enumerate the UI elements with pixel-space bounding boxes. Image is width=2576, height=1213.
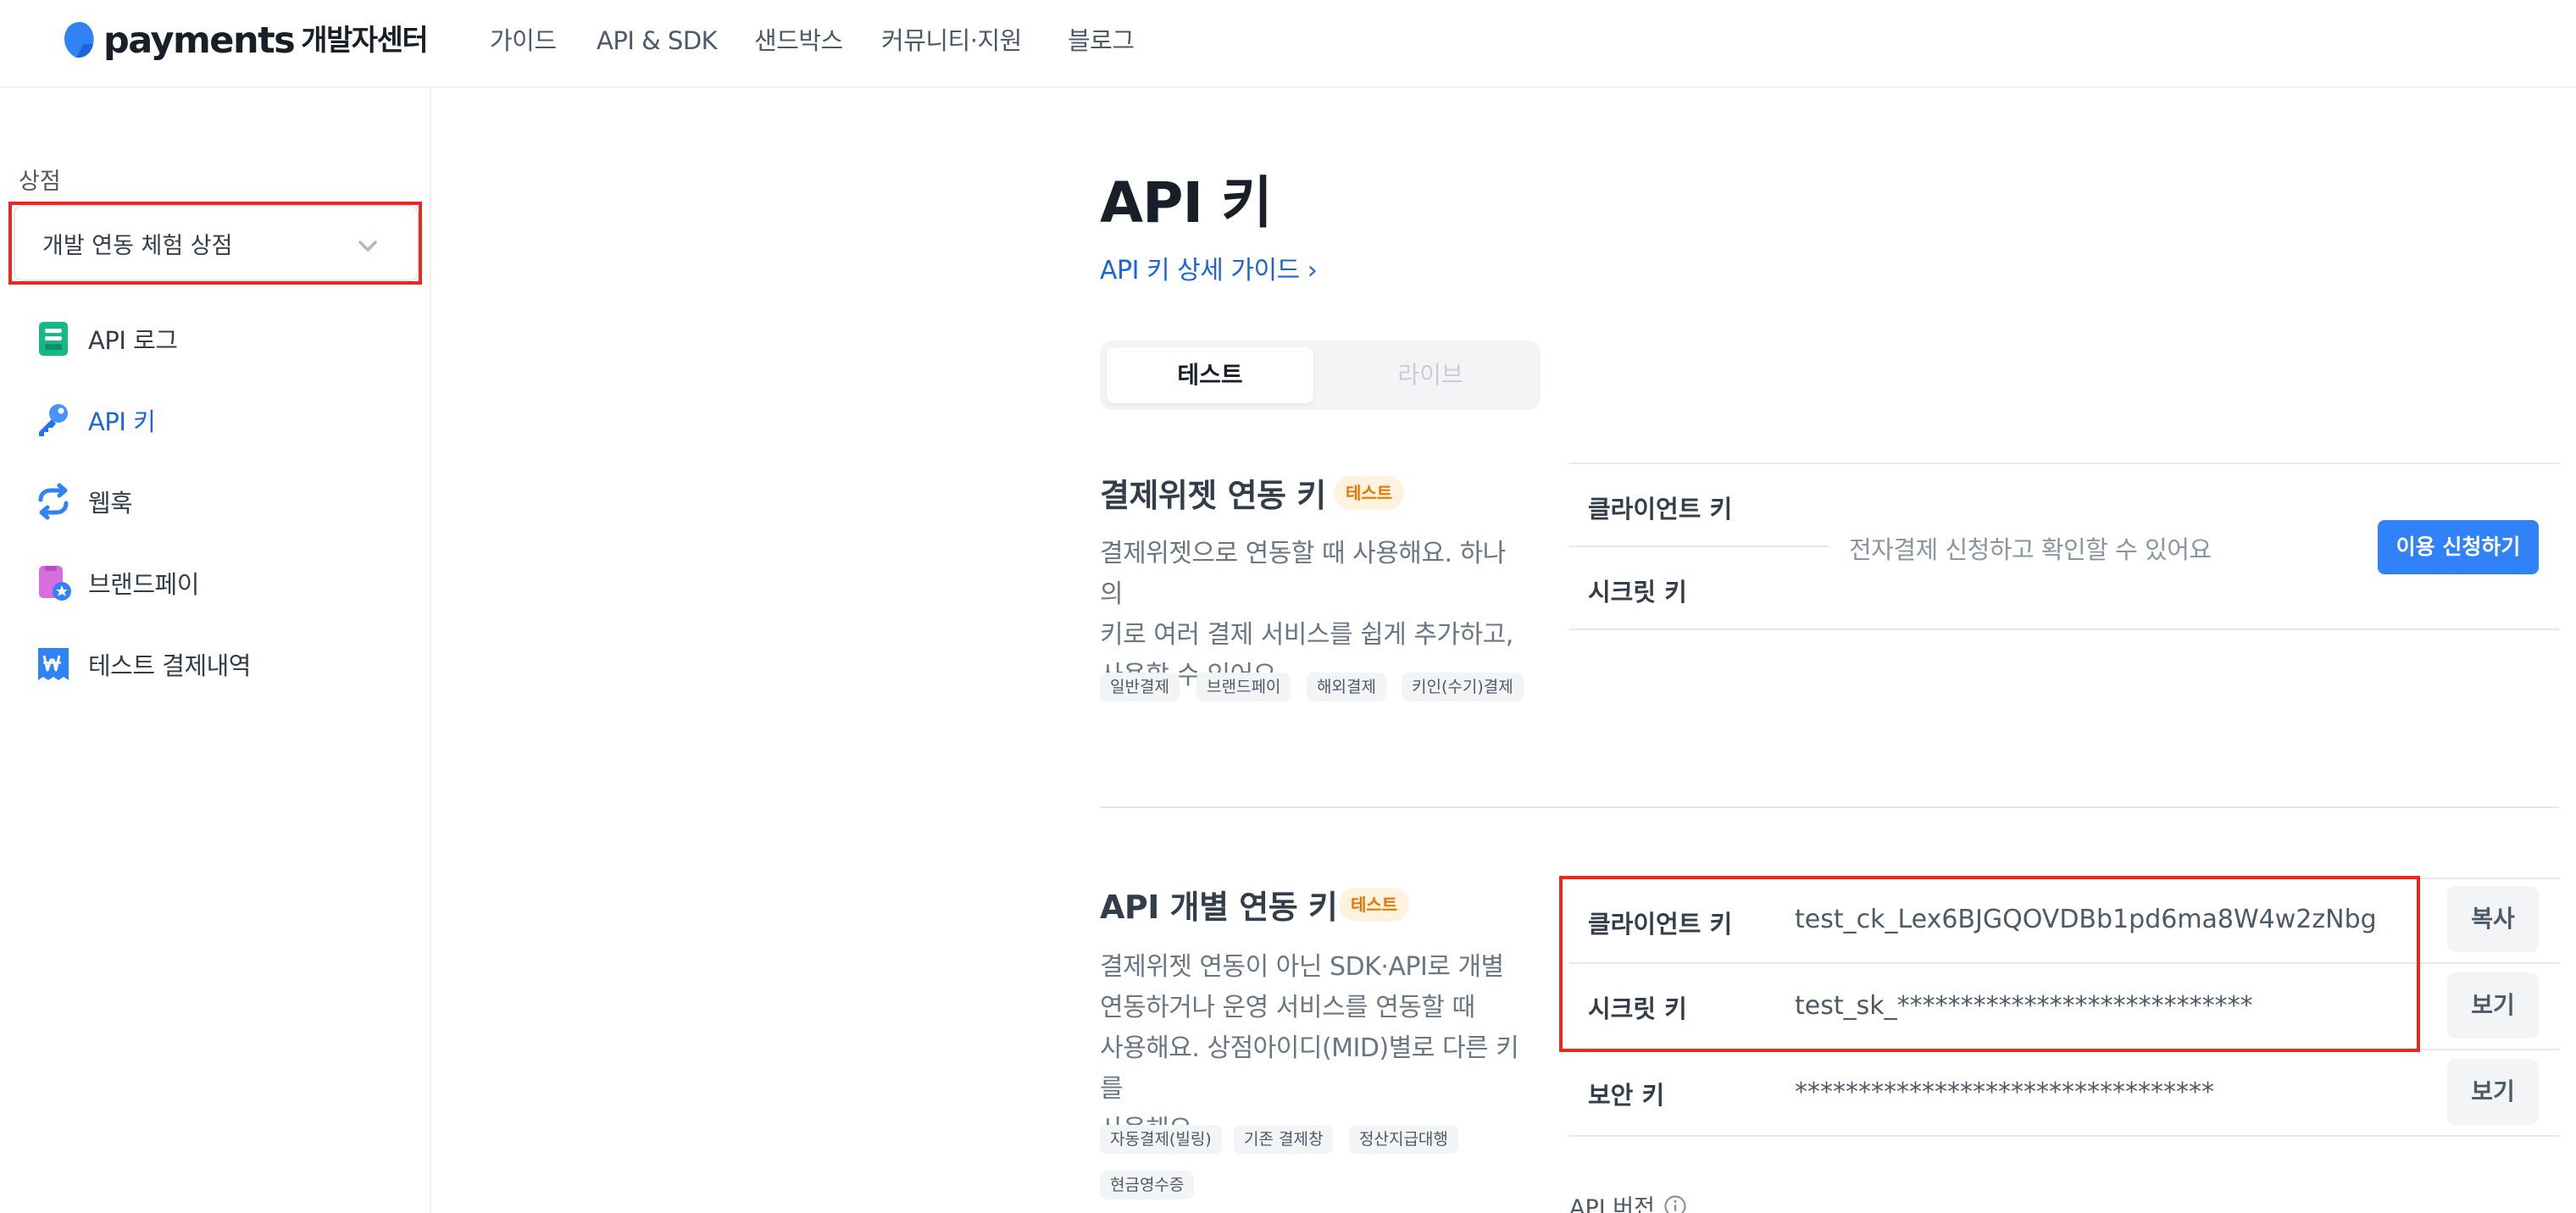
secret-key-label: 시크릿 키 <box>1588 578 1687 606</box>
tag-auto-billing: 자동결제(빌링) <box>1100 1125 1222 1154</box>
tag-overseas-payment: 해외결제 <box>1307 673 1386 701</box>
api-key-guide-link[interactable]: API 키 상세 가이드 › <box>1100 249 1318 286</box>
page-title: API 키 <box>1100 170 1273 235</box>
topnav-api-sdk[interactable]: API & SDK <box>597 22 718 59</box>
top-navigation-bar: payments 개발자센터 가이드 API & SDK 샌드박스 커뮤니티·지… <box>0 0 2576 88</box>
brandpay-card-icon <box>39 566 71 601</box>
secret-key-value: test_sk_**************************** <box>1795 991 2253 1021</box>
security-key-label: 보안 키 <box>1588 1081 1665 1110</box>
sidebar-item-api-log[interactable]: API 로그 <box>34 315 178 363</box>
tag-cash-receipt: 현금영수증 <box>1100 1171 1195 1199</box>
brand-subtitle: 개발자센터 <box>301 24 428 58</box>
sidebar-item-label: 브랜드페이 <box>88 570 199 599</box>
tab-live[interactable]: 라이브 <box>1327 347 1534 403</box>
section-description: 결제위젯 연동이 아닌 SDK·API로 개별 연동하거나 운영 서비스를 연동… <box>1100 952 1519 1144</box>
sidebar-item-api-key[interactable]: API 키 <box>34 396 156 444</box>
mode-toggle: 테스트 라이브 <box>1100 341 1541 410</box>
sidebar-divider <box>430 88 431 1213</box>
sidebar-item-label: 테스트 결제내역 <box>88 651 251 680</box>
tag-brandpay: 브랜드페이 <box>1196 673 1291 701</box>
chevron-down-icon <box>358 241 377 252</box>
topnav-blog[interactable]: 블로그 <box>1068 22 1135 59</box>
sidebar-item-brandpay[interactable]: 브랜드페이 <box>34 559 199 606</box>
tag-general-payment: 일반결제 <box>1100 673 1180 701</box>
brand-logo[interactable]: payments 개발자센터 <box>58 19 429 63</box>
key-icon <box>39 404 68 436</box>
document-icon <box>39 322 68 356</box>
test-badge: 테스트 <box>1334 476 1405 510</box>
copy-button[interactable]: 복사 <box>2447 886 2539 952</box>
divider <box>1569 1135 2559 1137</box>
divider <box>1569 1049 2559 1050</box>
apply-button[interactable]: 이용 신청하기 <box>2378 520 2539 574</box>
won-receipt-icon <box>38 648 69 680</box>
client-key-value: test_ck_Lex6BJGQOVDBb1pd6ma8W4w2zNbg <box>1795 905 2377 934</box>
sidebar-item-webhook[interactable]: 웹훅 <box>34 478 133 525</box>
store-select-value: 개발 연동 체험 상점 <box>42 233 233 259</box>
payments-logo-icon <box>64 22 94 58</box>
store-select[interactable]: 개발 연동 체험 상점 <box>14 205 419 281</box>
secret-key-label: 시크릿 키 <box>1588 994 1687 1023</box>
sidebar-item-label: 웹훅 <box>88 489 133 518</box>
info-icon[interactable] <box>1663 1194 1687 1213</box>
topnav-sandbox[interactable]: 샌드박스 <box>754 22 843 59</box>
divider <box>1569 878 2559 879</box>
brand-wordmark: payments <box>103 19 296 62</box>
tag-legacy-checkout: 기존 결제창 <box>1234 1125 1334 1154</box>
topnav-community[interactable]: 커뮤니티·지원 <box>881 22 1022 59</box>
divider <box>1569 546 1829 547</box>
security-key-value: ********************************* <box>1795 1077 2214 1107</box>
client-key-label: 클라이언트 키 <box>1588 495 1733 523</box>
highlight-box-keys <box>1559 876 2420 1052</box>
section-divider <box>1100 806 2559 808</box>
sidebar-item-test-payments[interactable]: 테스트 결제내역 <box>34 640 251 688</box>
sidebar-item-label: API 로그 <box>88 326 178 355</box>
apply-hint-text: 전자결제 신청하고 확인할 수 있어요 <box>1849 535 2212 564</box>
client-key-label: 클라이언트 키 <box>1588 910 1733 939</box>
store-label: 상점 <box>19 169 61 195</box>
view-security-key-button[interactable]: 보기 <box>2447 1059 2539 1125</box>
test-badge: 테스트 <box>1339 888 1410 922</box>
api-version-label: API 버전 <box>1569 1195 1655 1213</box>
divider <box>1569 462 2559 464</box>
tag-settlement-agency: 정산지급대행 <box>1349 1125 1458 1154</box>
section-title: API 개별 연동 키 <box>1100 889 1338 926</box>
sync-arrows-icon <box>38 483 69 520</box>
view-secret-key-button[interactable]: 보기 <box>2447 972 2539 1039</box>
tag-keyin-payment: 키인(수기)결제 <box>1402 673 1524 701</box>
sidebar-item-label: API 키 <box>88 407 156 436</box>
section-title: 결제위젯 연동 키 <box>1100 477 1326 514</box>
api-version-row: API 버전 <box>1569 1189 1687 1213</box>
tab-test[interactable]: 테스트 <box>1107 347 1313 403</box>
divider <box>1569 629 2559 630</box>
divider <box>1569 962 2559 964</box>
topnav-guide[interactable]: 가이드 <box>490 22 557 59</box>
